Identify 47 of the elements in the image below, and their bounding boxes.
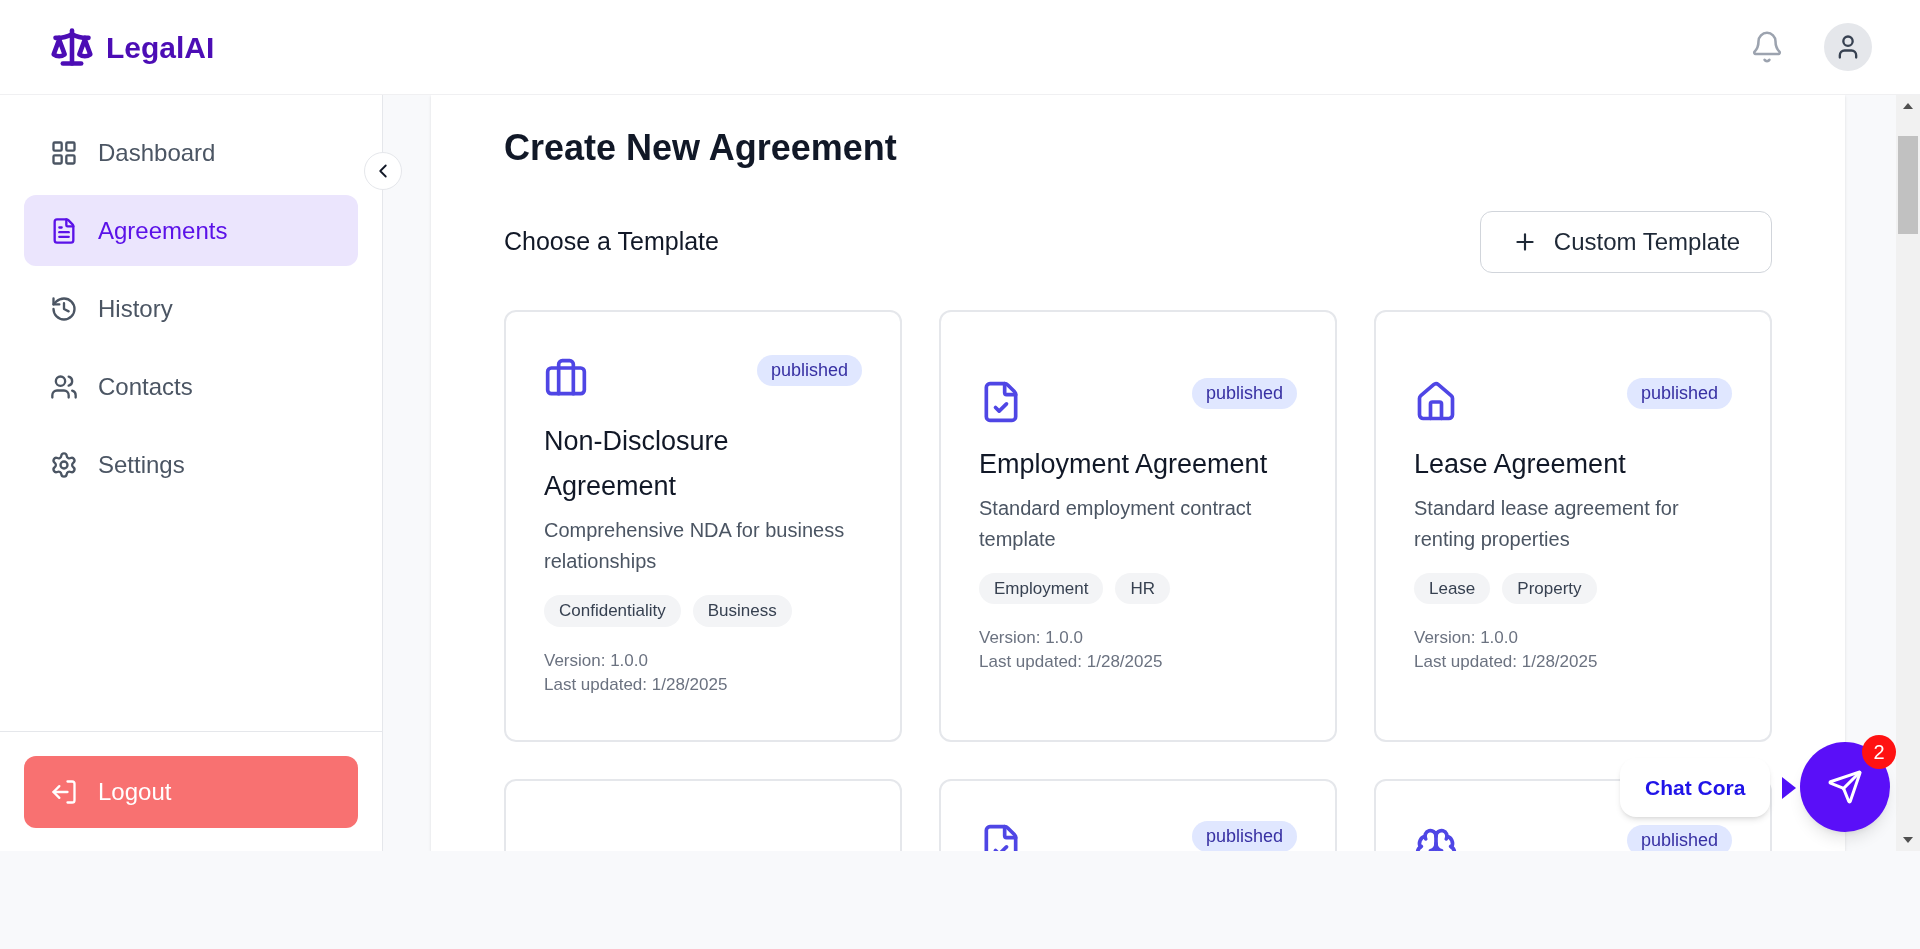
template-card[interactable]: published Lease Agreement Standard lease agreement for renting properties Lease Property Version: 1.0.0 Last updated: 1/28/2025	[1374, 310, 1772, 742]
custom-template-button[interactable]: Custom Template	[1480, 211, 1772, 273]
tag: Lease	[1414, 572, 1491, 605]
template-title: Lease Agreement	[1414, 447, 1627, 481]
template-title: Non-Disclosure Agreement	[544, 425, 730, 504]
history-icon	[50, 294, 78, 323]
users-icon	[50, 372, 78, 401]
template-card[interactable]: published Non-Disclosure Agreement Comprehensive NDA for business relationships Confidentiality Business Version: 1.0.0 Last updated: 1/28/2025	[504, 310, 902, 742]
tag: Confidentiality	[544, 595, 681, 627]
template-card[interactable]: published Employment Agreement Standard employment contract template Employment HR Version: 1.0.0 Last updated: 1/28/2025	[939, 310, 1337, 742]
nav-item[interactable]: Contacts	[24, 351, 358, 422]
dashboard-icon	[50, 138, 78, 167]
scrollbar[interactable]	[1896, 95, 1920, 851]
notification-badge: 2	[1862, 735, 1896, 769]
section-title: Choose a Template	[504, 226, 719, 258]
template-description: Comprehensive NDA for business relationships	[544, 518, 846, 575]
version-text: Version: 1.0.0	[544, 649, 649, 672]
paper-plane-icon	[1827, 769, 1863, 805]
status-badge: published	[1626, 825, 1732, 851]
template-title: Employment Agreement	[979, 447, 1269, 481]
template-description: Standard employment contract template	[979, 495, 1253, 552]
status-badge: published	[756, 355, 862, 387]
status-badge: published	[1191, 821, 1297, 851]
logout-icon	[50, 778, 78, 806]
tag: Business	[692, 595, 792, 627]
template-description: Standard lease agreement for renting properties	[1414, 495, 1680, 552]
updated-text: Last updated: 1/28/2025	[544, 673, 729, 696]
page-title: Create New Agreement	[504, 126, 898, 170]
tag: Employment	[979, 572, 1104, 605]
updated-text: Last updated: 1/28/2025	[979, 651, 1164, 674]
status-badge: published	[1191, 377, 1297, 409]
template-card[interactable]: published	[939, 779, 1337, 851]
tag: Property	[1502, 572, 1597, 605]
user-avatar[interactable]	[1824, 23, 1872, 71]
version-text: Version: 1.0.0	[1414, 627, 1519, 650]
status-badge: published	[1626, 377, 1732, 409]
chat-label[interactable]: Chat Cora	[1620, 758, 1771, 817]
settings-icon	[50, 450, 78, 479]
scales-icon	[50, 25, 94, 69]
nav-item[interactable]: History	[24, 273, 358, 344]
tag: HR	[1115, 572, 1171, 605]
nav-item[interactable]: Dashboard	[24, 117, 358, 188]
updated-text: Last updated: 1/28/2025	[1414, 651, 1599, 674]
version-text: Version: 1.0.0	[979, 627, 1084, 650]
nav-item[interactable]: Agreements	[24, 195, 358, 266]
brand-name[interactable]: LegalAI	[106, 24, 215, 70]
nav-item[interactable]: Settings	[24, 429, 358, 500]
